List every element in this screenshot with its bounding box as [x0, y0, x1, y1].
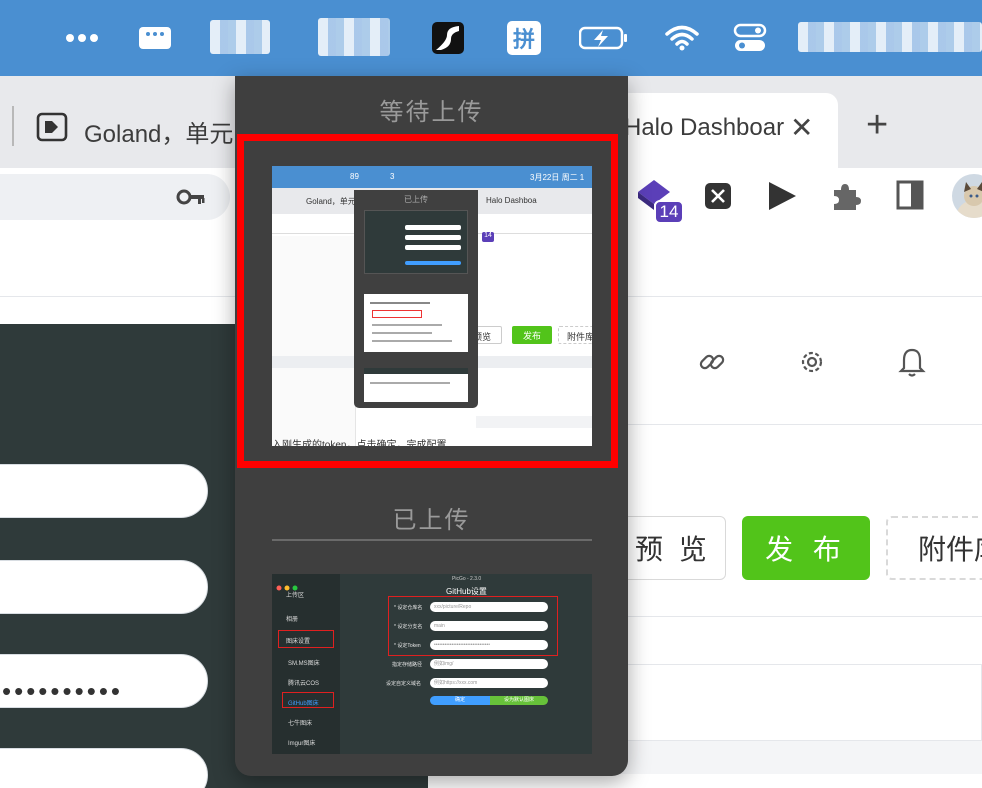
blurred-menu-item[interactable] [318, 18, 390, 56]
picgo-field-branch[interactable]: main [430, 621, 548, 631]
puzzle-extensions-icon[interactable] [830, 180, 862, 217]
toolbar-divider [628, 424, 982, 425]
mini-left-area [272, 236, 356, 446]
mini-badge: 14 [482, 232, 494, 242]
tab-separator [12, 106, 14, 146]
picgo-sidebar-github: GitHub图床 [288, 701, 319, 707]
mini-caption: 入刚生成的token，点击确定，完成配置 [272, 440, 447, 446]
uploaded-title: 已上传 [392, 507, 471, 534]
picgo-label-domain: 设定自定义域名 [386, 681, 422, 687]
mini-tab-left: Goland，单元 [306, 197, 356, 206]
mini-popup-thumb2 [364, 294, 468, 352]
upload-queue-popup: 等待上传 89 3 3月22日 周二 1 Goland，单元 Halo Dash… [235, 76, 628, 776]
password-dots: •••••••••• [2, 676, 124, 706]
picgo-field-domain[interactable]: 例如https://xxx.com [430, 678, 548, 688]
picgo-sidebar-album: 相册 [286, 617, 299, 623]
ime-icon[interactable]: 拼 [506, 18, 542, 58]
mini-tab-right: Halo Dashboa [486, 196, 537, 205]
input-field-1[interactable] [0, 464, 208, 518]
more-icon[interactable] [62, 18, 102, 58]
picgo-field-token[interactable]: •••••••••••••••••••••••••••••••• [430, 640, 548, 650]
picgo-sidebar-upload: 上传区 [286, 593, 305, 599]
mini-menubar-count1: 89 [350, 172, 359, 181]
mini-popup: 已上传 [354, 190, 478, 408]
waiting-upload-thumbnail[interactable]: 89 3 3月22日 周二 1 Goland，单元 Halo Dashboa 1… [272, 166, 592, 446]
key-icon[interactable] [176, 186, 206, 213]
picgo-sidebar-cos: 腾讯云COS [288, 681, 320, 687]
picgo-label-branch: * 设定分支名 [394, 624, 423, 630]
picgo-sidebar-settings: 图床设置 [286, 639, 311, 645]
tab-goland[interactable]: Goland，单元 [84, 114, 233, 149]
picgo-label-repo: * 设定仓库名 [394, 605, 423, 611]
mini-popup-thumb3 [364, 368, 468, 402]
picgo-label-token: * 设定Token [394, 643, 421, 649]
editor-divider [628, 616, 982, 617]
mini-popup-title: 已上传 [404, 195, 428, 204]
picgo-app-title: PicGo - 2.3.0 [452, 576, 482, 582]
input-field-2[interactable] [0, 560, 208, 614]
blurred-status-text [798, 22, 982, 52]
picgo-sidebar-imgur: Imgur图床 [288, 741, 316, 747]
sidebar-toggle-icon[interactable] [896, 180, 924, 215]
picgo-field-path[interactable]: 例如img/ [430, 659, 548, 669]
extension-badge: 14 [654, 200, 684, 224]
tab-halo-dashboard-title: Halo Dashboar [624, 114, 785, 141]
picgo-sidebar-qiniu: 七牛图床 [288, 721, 313, 727]
new-tab-button[interactable]: + [866, 104, 888, 147]
tab-favicon-icon [36, 112, 68, 142]
mini-datetime: 3月22日 周二 1 [530, 173, 585, 182]
attachments-button[interactable]: 附件库 [886, 516, 982, 580]
picgo-confirm-button[interactable]: 确定 [430, 696, 490, 705]
message-icon[interactable] [136, 18, 174, 58]
profile-avatar[interactable] [952, 174, 982, 218]
close-tab-icon[interactable]: ✕ [790, 111, 813, 144]
mini-editor-bar [476, 416, 592, 428]
tab-halo-dashboard[interactable]: Halo Dashboar ✕ [610, 93, 838, 168]
picgo-label-path: 指定存储路径 [392, 662, 423, 668]
control-center-icon[interactable] [732, 18, 768, 58]
popup-divider [272, 539, 592, 541]
extension-icon[interactable]: 14 [636, 178, 684, 224]
preview-button[interactable]: 预 览 [612, 516, 726, 580]
play-extension-icon[interactable] [766, 180, 798, 217]
picgo-default-button[interactable]: 设为默认图床 [490, 696, 548, 705]
picgo-field-repo[interactable]: xxx/picture/Repo [430, 602, 548, 612]
uploaded-thumbnail[interactable]: PicGo - 2.3.0 GitHub设置 上传区 相册 图床设置 SM.MS… [272, 574, 592, 754]
battery-charging-icon[interactable] [578, 18, 630, 58]
macos-menu-bar: 拼 [0, 0, 982, 76]
mini-publish-button: 发布 [512, 326, 552, 344]
mini-menubar-count2: 3 [390, 172, 395, 181]
blurred-menu-item[interactable] [210, 20, 270, 54]
mini-popup-thumb1 [364, 210, 468, 274]
input-field-4[interactable] [0, 748, 208, 788]
address-bar[interactable] [0, 174, 230, 220]
publish-button[interactable]: 发 布 [742, 516, 870, 580]
link-icon[interactable] [698, 348, 726, 381]
notification-bell-icon[interactable] [898, 346, 926, 383]
settings-gear-icon[interactable] [798, 348, 826, 381]
app-icon[interactable] [430, 18, 466, 58]
waiting-upload-title: 等待上传 [379, 99, 484, 126]
ime-label: 拼 [507, 21, 541, 55]
mini-attach-button: 附件库 [558, 326, 592, 344]
x-extension-icon[interactable] [704, 182, 732, 215]
wifi-icon[interactable] [664, 18, 700, 58]
picgo-sidebar-smms: SM.MS图床 [288, 661, 320, 667]
